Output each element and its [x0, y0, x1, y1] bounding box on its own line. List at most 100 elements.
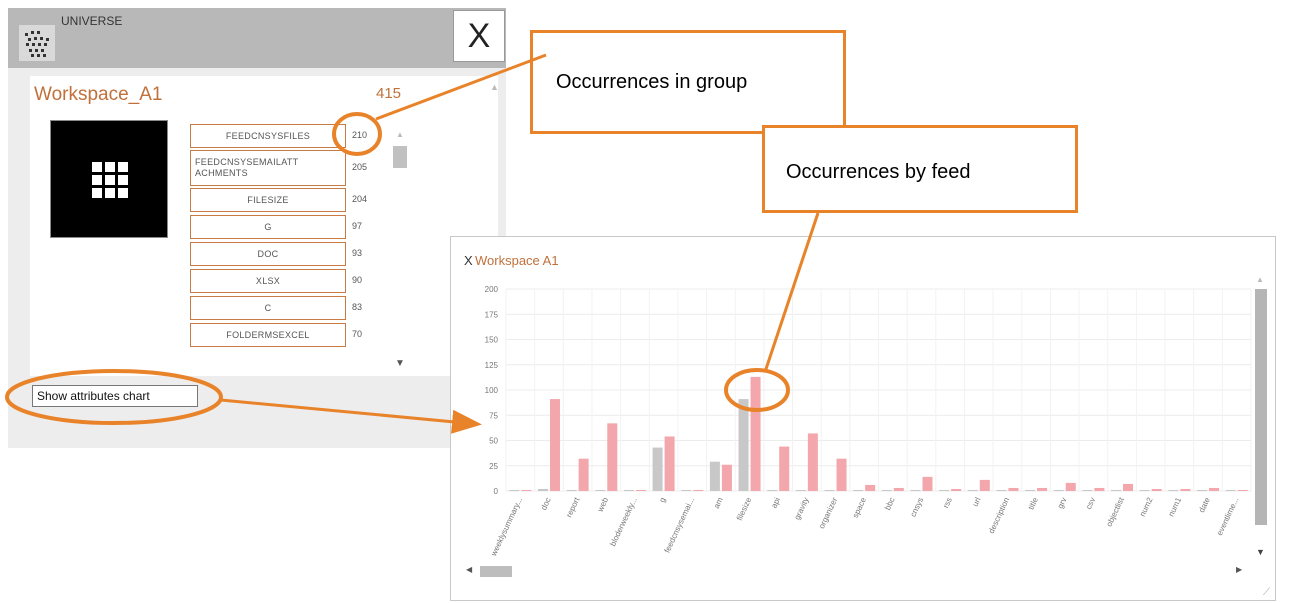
attributes-bar-chart: 0 25 50 75 100 125 150 175 200 weeklysummary... do…	[485, 285, 1252, 558]
x-tick-label: bbc	[883, 496, 897, 512]
bar	[1094, 487, 1105, 491]
bar	[721, 464, 732, 491]
y-tick-label: 175	[485, 310, 499, 319]
x-tick-label: cnsys	[908, 496, 925, 518]
bar	[1065, 482, 1076, 491]
bar	[578, 458, 589, 491]
chart-horizontal-scrollbar[interactable]: ◀ ▶	[464, 563, 1248, 579]
bar	[607, 423, 618, 491]
bar	[893, 487, 904, 491]
bar	[779, 446, 790, 491]
bar	[1151, 488, 1162, 491]
attribute-count: 93	[352, 248, 363, 258]
scroll-up-icon[interactable]: ▲	[1256, 275, 1264, 284]
bar	[807, 433, 818, 491]
x-tick-label: objectlist	[1105, 495, 1127, 528]
attribute-name[interactable]: FILESIZE	[190, 188, 346, 212]
scroll-right-icon[interactable]: ▶	[1236, 565, 1242, 574]
scroll-down-icon[interactable]: ▼	[395, 358, 405, 369]
x-tick-label: csv	[1084, 496, 1097, 511]
attribute-name[interactable]: C	[190, 296, 346, 320]
resize-grip-icon[interactable]: ⟋	[1263, 587, 1270, 598]
workspace-count: 415	[376, 85, 402, 102]
bar	[693, 489, 704, 491]
workspace-title[interactable]: Workspace_A1	[34, 84, 163, 106]
bar	[910, 489, 921, 491]
bar	[967, 489, 978, 491]
show-attributes-chart-button[interactable]: Show attributes chart	[32, 385, 198, 407]
bar	[996, 489, 1007, 491]
y-tick-label: 200	[485, 285, 499, 294]
chart-panel: X Workspace A1 0 25 50 75 100 125 150 175 200 wee…	[450, 236, 1276, 601]
attribute-name[interactable]: XLSX	[190, 269, 346, 293]
bar	[750, 376, 761, 491]
bar	[595, 489, 606, 491]
bar	[1197, 489, 1208, 491]
universe-label: UNIVERSE	[61, 14, 123, 28]
x-tick-label: report	[564, 495, 581, 518]
callout-occurrences-in-group: Occurrences in group	[530, 30, 846, 134]
scrollbar-thumb[interactable]	[480, 566, 512, 577]
bar	[939, 489, 950, 491]
attribute-list: FEEDCNSYSFILES 210 FEEDCNSYSEMAILATT ACH…	[190, 124, 390, 374]
x-tick-label: grv	[1056, 496, 1069, 510]
scrollbar-thumb[interactable]	[393, 146, 407, 168]
bar	[865, 484, 876, 491]
scrollbar-thumb[interactable]	[1255, 289, 1267, 525]
y-tick-label: 100	[485, 386, 499, 395]
attribute-name[interactable]: FEEDCNSYSEMAILATT ACHMENTS	[190, 150, 346, 186]
grid-icon	[92, 162, 128, 198]
bar	[681, 489, 692, 491]
x-tick-label: gravity	[793, 496, 811, 521]
bar	[509, 489, 520, 491]
bar	[767, 489, 778, 491]
bar	[979, 479, 990, 491]
bar	[853, 489, 864, 491]
scroll-down-icon[interactable]: ▼	[1256, 547, 1265, 557]
x-tick-label: am	[712, 496, 725, 510]
bar	[1025, 489, 1036, 491]
attribute-name[interactable]: FOLDERMSEXCEL	[190, 323, 346, 347]
bar	[521, 489, 532, 491]
attribute-count: 205	[352, 162, 368, 172]
bar	[1180, 488, 1191, 491]
attribute-count: 70	[352, 329, 363, 339]
bar	[836, 458, 847, 491]
attribute-name[interactable]: DOC	[190, 242, 346, 266]
x-tick-label: doc	[539, 496, 553, 512]
bar	[664, 436, 675, 491]
bar	[1123, 483, 1134, 491]
scroll-left-icon[interactable]: ◀	[466, 565, 472, 574]
attribute-count: 97	[352, 221, 363, 231]
x-tick-label: filesize	[735, 496, 754, 522]
chart-vertical-scrollbar[interactable]: ▲ ▼	[1253, 275, 1269, 573]
close-button[interactable]: X	[453, 10, 505, 62]
x-tick-label: rss	[941, 496, 954, 509]
x-tick-label: num1	[1167, 496, 1184, 518]
workspace-thumbnail[interactable]	[50, 120, 168, 238]
bar	[1209, 487, 1220, 491]
attribute-scrollbar[interactable]: ▲ ▼	[392, 130, 408, 370]
x-tick-label: eventlime...	[1215, 496, 1240, 537]
y-tick-label: 50	[489, 437, 498, 446]
x-tick-label: description	[987, 496, 1012, 535]
bar	[1111, 489, 1122, 491]
y-tick-label: 25	[489, 462, 498, 471]
attribute-count: 204	[352, 194, 368, 204]
attribute-name[interactable]: FEEDCNSYSFILES	[190, 124, 346, 148]
x-tick-label: bloderweekly...	[608, 496, 638, 548]
x-tick-label: space	[851, 496, 868, 520]
bar	[1008, 487, 1019, 491]
x-tick-label: organizer	[817, 496, 839, 530]
x-tick-label: api	[769, 496, 782, 510]
universe-icon	[19, 25, 55, 61]
bar	[881, 489, 892, 491]
scroll-up-icon[interactable]: ▲	[490, 82, 499, 92]
attribute-name[interactable]: G	[190, 215, 346, 239]
bar	[795, 489, 806, 491]
x-tick-label: web	[595, 496, 610, 515]
scroll-up-icon[interactable]: ▲	[396, 130, 404, 139]
x-tick-label: weeklysummary...	[489, 496, 524, 558]
x-tick-label: url	[971, 496, 983, 508]
bar	[1037, 487, 1048, 491]
